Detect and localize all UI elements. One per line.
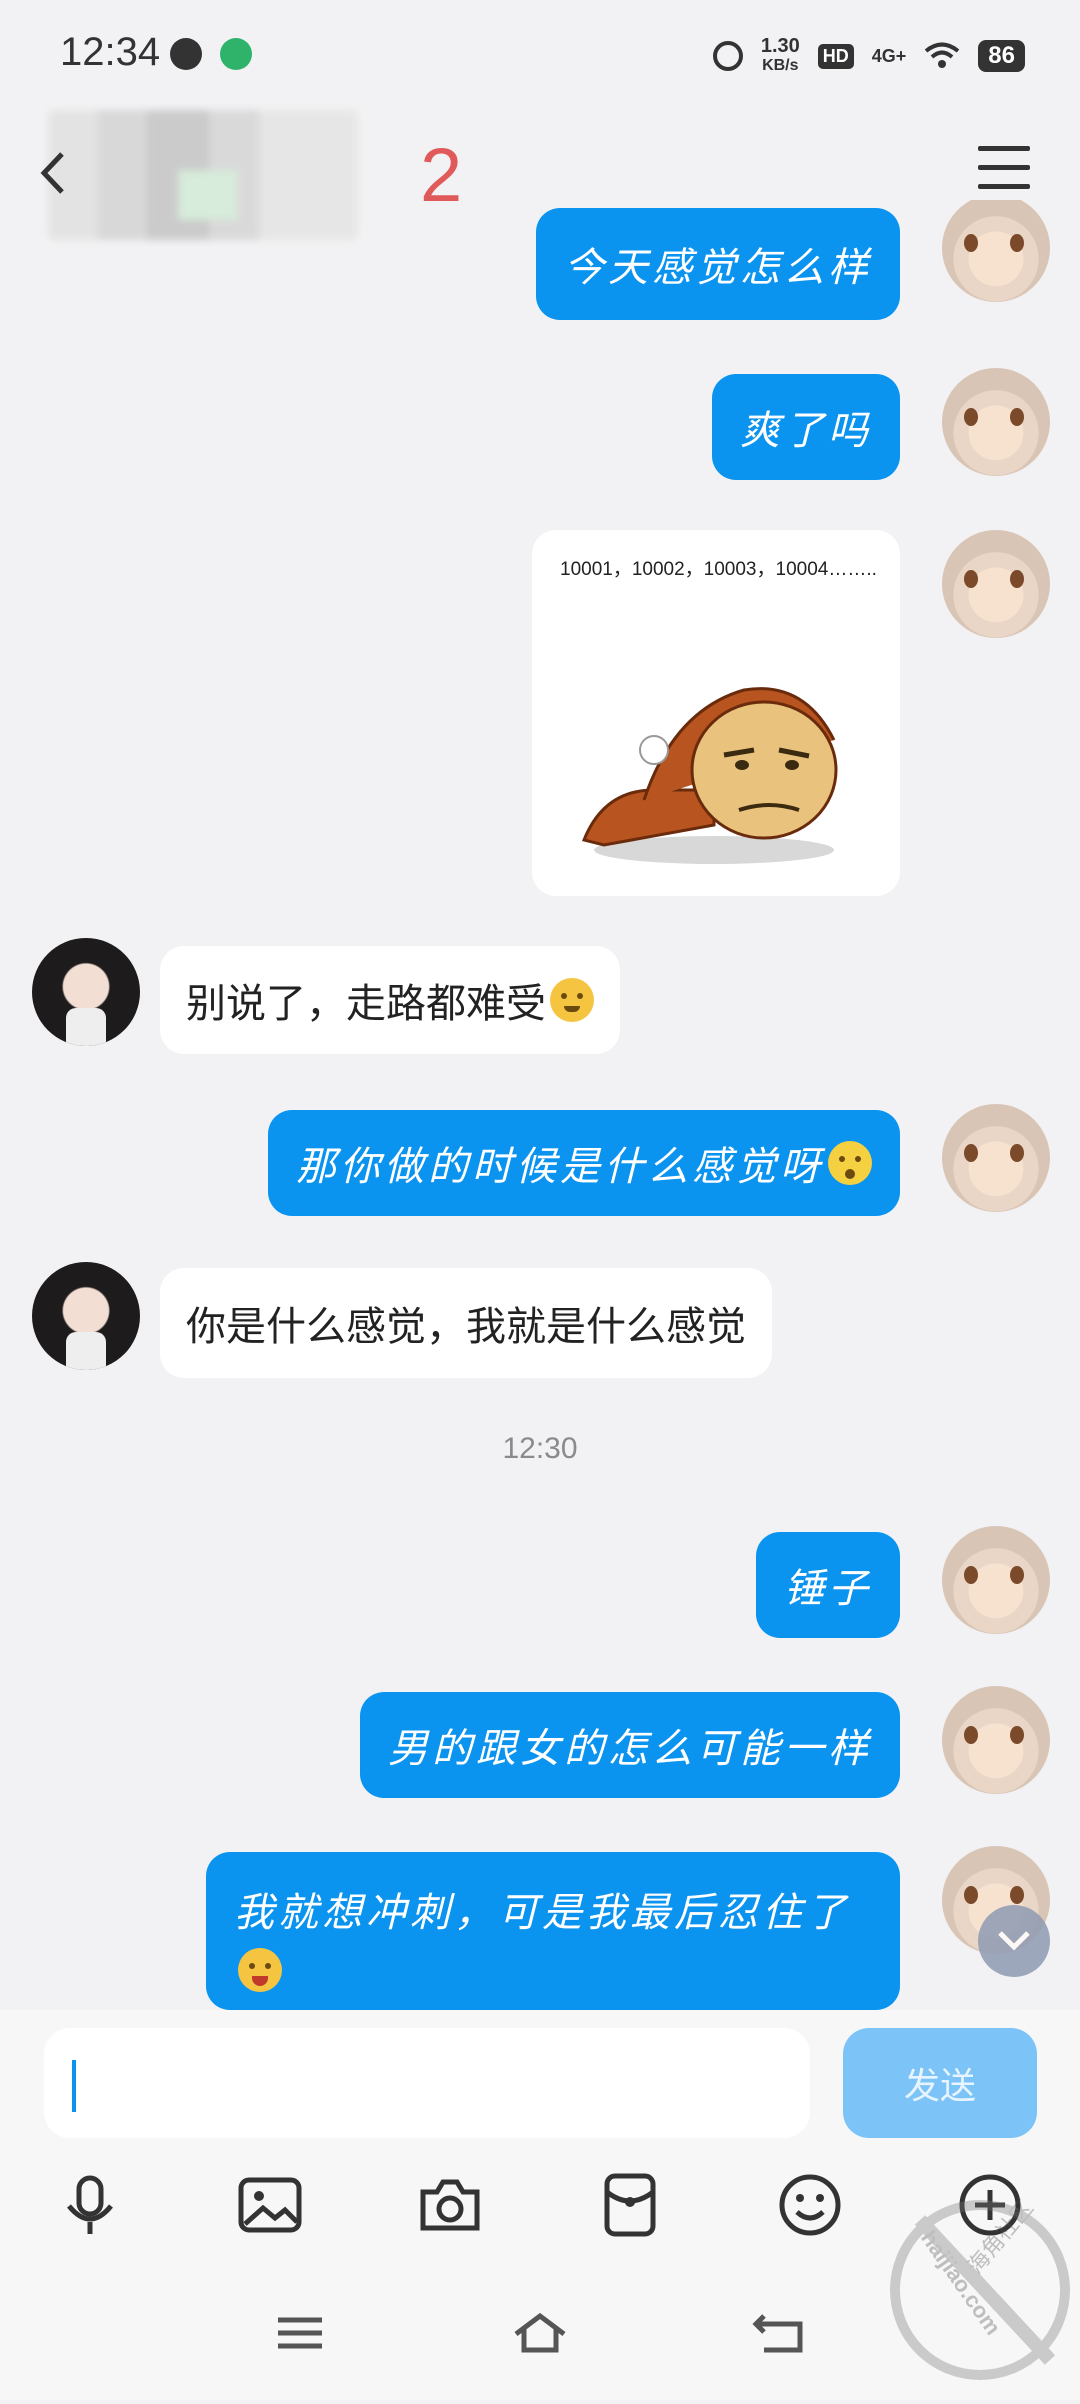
my-avatar[interactable] xyxy=(942,368,1050,476)
battery-indicator: 86 xyxy=(978,40,1025,72)
laughing-emoji-icon xyxy=(238,1948,282,1992)
incoming-message[interactable]: 你是什么感觉，我就是什么感觉 xyxy=(160,1268,772,1378)
globe-icon xyxy=(170,38,202,70)
contact-avatar[interactable] xyxy=(32,1262,140,1370)
chevron-down-icon xyxy=(998,1931,1030,1951)
my-avatar[interactable] xyxy=(942,530,1050,638)
status-right-group: 1.30 KB/s HD 4G+ 86 xyxy=(712,35,1025,76)
scroll-to-bottom-button[interactable] xyxy=(978,1905,1050,1977)
alarm-icon xyxy=(712,41,743,71)
camera-icon[interactable] xyxy=(415,2170,485,2240)
my-avatar[interactable] xyxy=(942,200,1050,302)
system-navigation-bar xyxy=(0,2260,1080,2400)
status-bar: 12:34 1.30 KB/s HD 4G+ 86 xyxy=(0,0,1080,110)
my-avatar[interactable] xyxy=(942,1686,1050,1794)
incoming-message[interactable]: 别说了，走路都难受 xyxy=(160,946,620,1054)
status-notification-icons xyxy=(170,38,252,70)
chat-toolbar xyxy=(0,2150,1080,2260)
network-speed: 1.30 KB/s xyxy=(760,35,800,74)
outgoing-message[interactable]: 今天感觉怎么样 xyxy=(536,208,900,320)
chat-message-list[interactable]: 今天感觉怎么样 爽了吗 10001，10002，10003，10004…….. … xyxy=(0,200,1080,2010)
red-packet-icon[interactable] xyxy=(595,2170,665,2240)
pushup-meme-sticker xyxy=(581,687,838,864)
microphone-icon[interactable] xyxy=(55,2170,125,2240)
recent-apps-icon[interactable] xyxy=(270,2308,330,2358)
message-timestamp: 12:30 xyxy=(502,1432,578,1465)
wifi-icon xyxy=(925,42,960,68)
message-input[interactable] xyxy=(44,2028,810,2138)
back-nav-icon[interactable] xyxy=(750,2308,810,2358)
sticker-caption: 10001，10002，10003，10004…….. xyxy=(560,559,877,580)
contact-avatar[interactable] xyxy=(32,938,140,1046)
thinking-face-emoji-icon xyxy=(828,1141,872,1185)
image-icon[interactable] xyxy=(235,2170,305,2240)
status-time: 12:34 xyxy=(60,30,161,74)
outgoing-message[interactable]: 男的跟女的怎么可能一样 xyxy=(360,1692,900,1798)
outgoing-message[interactable]: 那你做的时候是什么感觉呀 xyxy=(268,1110,900,1216)
back-arrow-icon[interactable] xyxy=(34,148,74,198)
cellular-signal-icon: 4G+ xyxy=(871,45,907,66)
text-cursor xyxy=(72,2060,76,2112)
plus-icon[interactable] xyxy=(955,2170,1025,2240)
flushed-face-emoji-icon xyxy=(550,978,594,1022)
sticker-message[interactable]: 10001，10002，10003，10004…….. xyxy=(532,530,900,896)
menu-icon[interactable] xyxy=(978,146,1030,192)
message-input-bar: 发送 xyxy=(0,2010,1080,2150)
home-icon[interactable] xyxy=(510,2308,570,2358)
send-button[interactable]: 发送 xyxy=(843,2028,1037,2138)
my-avatar[interactable] xyxy=(942,1526,1050,1634)
app-notification-icon xyxy=(220,38,252,70)
outgoing-message[interactable]: 锤子 xyxy=(756,1532,900,1638)
my-avatar[interactable] xyxy=(942,1104,1050,1212)
emoji-icon[interactable] xyxy=(775,2170,845,2240)
outgoing-message[interactable]: 爽了吗 xyxy=(712,374,900,480)
hd-badge: HD xyxy=(817,43,854,69)
outgoing-message[interactable]: 我就想冲刺，可是我最后忍住了 xyxy=(206,1852,900,2010)
